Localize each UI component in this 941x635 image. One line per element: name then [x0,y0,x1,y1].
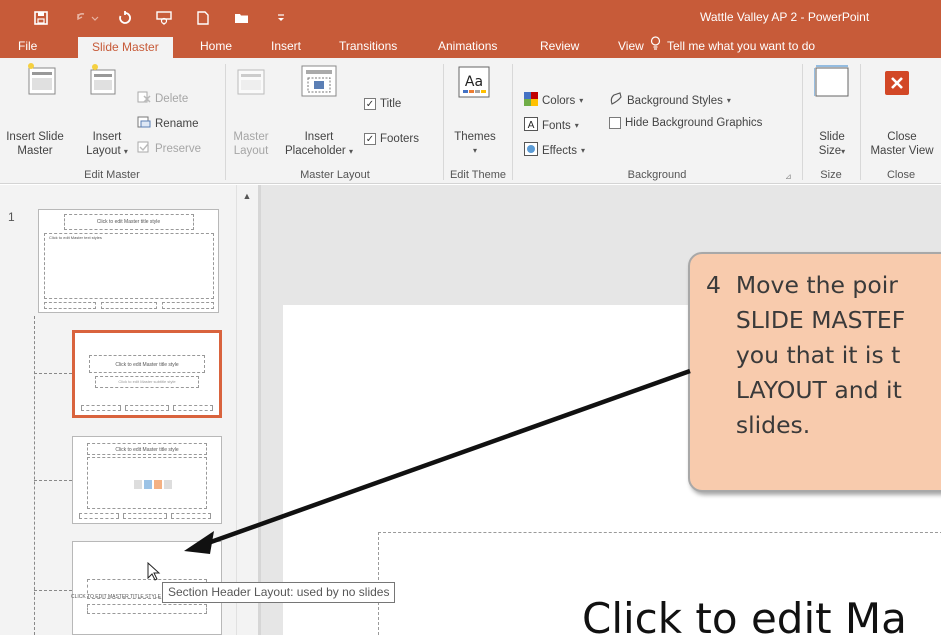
mouse-pointer-icon [147,562,161,581]
layout-tooltip: Section Header Layout: used by no slides [162,582,396,603]
callout-arrow-icon [184,368,691,554]
